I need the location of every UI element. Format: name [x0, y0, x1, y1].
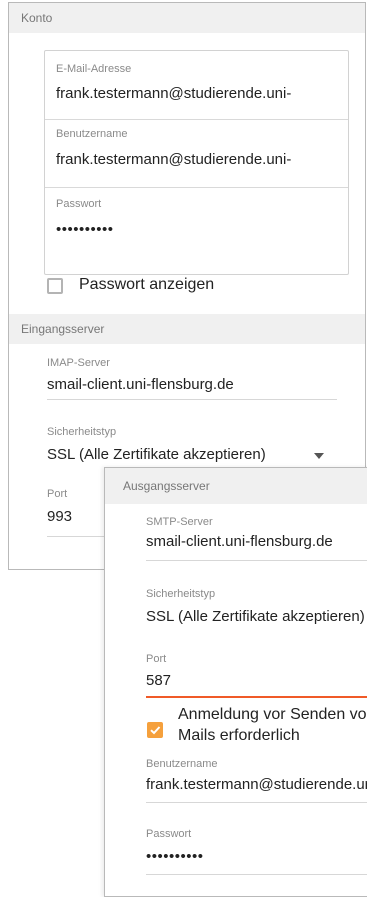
check-icon	[150, 726, 161, 735]
outgoing-security-label: Sicherheitstyp	[146, 588, 216, 600]
incoming-port-field[interactable]: 993	[47, 508, 72, 525]
imap-underline	[47, 399, 337, 400]
divider	[45, 187, 348, 188]
outgoing-port-field[interactable]: 587	[146, 672, 171, 689]
outgoing-password-field[interactable]: ••••••••••	[146, 848, 204, 865]
incoming-port-label: Port	[47, 488, 68, 500]
outgoing-security-select[interactable]: SSL (Alle Zertifikate akzeptieren)	[146, 608, 365, 625]
imap-server-label: IMAP-Server	[47, 357, 110, 369]
incoming-security-select[interactable]: SSL (Alle Zertifikate akzeptieren)	[47, 446, 266, 463]
account-fields-box: E-Mail-Adresse frank.testermann@studiere…	[44, 50, 349, 275]
imap-server-field[interactable]: smail-client.uni-flensburg.de	[47, 376, 234, 393]
password-field[interactable]: ••••••••••	[56, 221, 114, 238]
outgoing-port-label: Port	[146, 653, 167, 665]
outgoing-password-label: Passwort	[146, 828, 192, 840]
outgoing-username-field[interactable]: frank.testermann@studierende.uni-flensbu…	[146, 776, 367, 793]
login-required-label-line2: Mails erforderlich	[178, 727, 300, 744]
username-field[interactable]: frank.testermann@studierende.uni-	[56, 151, 291, 168]
divider	[45, 119, 348, 120]
smtp-server-label: SMTP-Server	[146, 516, 213, 528]
incoming-section-header: Eingangsserver	[9, 314, 365, 344]
username-label: Benutzername	[56, 128, 128, 140]
outgoing-password-underline	[146, 874, 367, 875]
outgoing-username-label: Benutzername	[146, 758, 218, 770]
account-section-header: Konto	[9, 3, 365, 33]
port-active-underline	[146, 696, 367, 698]
outgoing-section-header: Ausgangsserver	[105, 468, 367, 504]
show-password-label: Passwort anzeigen	[79, 276, 215, 293]
email-field[interactable]: frank.testermann@studierende.uni-	[56, 85, 291, 102]
outgoing-settings-card: Ausgangsserver SMTP-Server smail-client.…	[104, 467, 367, 897]
dropdown-caret-icon[interactable]	[314, 453, 324, 459]
outgoing-username-underline	[146, 802, 367, 803]
email-label: E-Mail-Adresse	[56, 63, 132, 75]
login-required-label-line1: Anmeldung vor Senden von	[178, 706, 367, 723]
smtp-server-field[interactable]: smail-client.uni-flensburg.de	[146, 533, 333, 550]
show-password-checkbox[interactable]	[47, 278, 63, 294]
login-required-checkbox[interactable]	[147, 722, 163, 738]
incoming-security-label: Sicherheitstyp	[47, 426, 117, 438]
port-underline	[47, 536, 107, 537]
smtp-underline	[146, 560, 367, 561]
password-label: Passwort	[56, 198, 102, 210]
